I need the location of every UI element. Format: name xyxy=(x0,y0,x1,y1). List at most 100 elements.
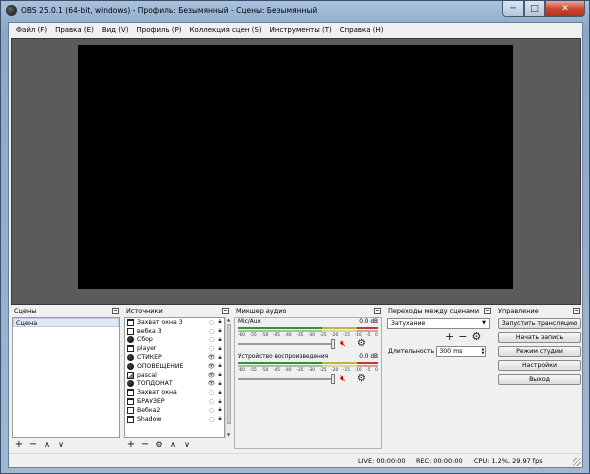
fader-track[interactable] xyxy=(238,343,332,345)
source-item[interactable]: БРАУЗЕР ◌ 🔒︎ xyxy=(125,397,224,406)
mixer-body: Mic/Aux 0.0 dB -60 -55 -50 -45 -40 -35 -… xyxy=(234,317,382,449)
add-scene-button[interactable]: + xyxy=(13,440,25,450)
move-scene-down-button[interactable]: ∨ xyxy=(55,440,67,450)
add-transition-button[interactable]: + xyxy=(445,331,454,343)
eye-hidden-icon[interactable]: ◌ xyxy=(207,328,216,335)
source-item[interactable]: вебка 3 ◌ 🔒︎ xyxy=(125,327,224,336)
lock-icon[interactable]: 🔒︎ xyxy=(216,406,224,414)
settings-button[interactable]: Настройки xyxy=(498,360,581,371)
menu-file[interactable]: Файл (F) xyxy=(12,26,51,34)
gear-icon[interactable]: ⚙ xyxy=(357,338,366,350)
lock-icon[interactable]: 🔒︎ xyxy=(216,318,224,326)
sources-dock-title: Источники xyxy=(123,306,231,316)
eye-hidden-icon[interactable]: ◌ xyxy=(207,407,216,414)
eye-hidden-icon[interactable]: ◌ xyxy=(207,389,216,396)
fader-handle[interactable] xyxy=(331,339,335,349)
dock-float-icon[interactable] xyxy=(573,308,580,314)
transition-gear-icon[interactable]: ⚙ xyxy=(471,331,481,343)
volume-fader[interactable]: 🔇︎ ⚙ xyxy=(238,338,378,350)
scale-tick: -20 xyxy=(331,368,339,373)
fader-handle[interactable] xyxy=(331,374,335,384)
lock-icon[interactable]: 🔒︎ xyxy=(216,398,224,406)
resize-grip-icon[interactable] xyxy=(573,458,581,466)
source-label: Вебка2 xyxy=(137,406,161,414)
start-recording-button[interactable]: Начать запись xyxy=(498,332,581,343)
preview-canvas[interactable] xyxy=(78,45,513,289)
close-button[interactable]: ✕ xyxy=(545,1,585,17)
source-item[interactable]: ТОПДОНАТ 👁︎ 🔒︎ xyxy=(125,380,224,389)
menu-edit[interactable]: Правка (E) xyxy=(51,26,98,34)
dock-float-icon[interactable] xyxy=(112,308,119,314)
source-item[interactable]: Shadow ◌ 🔒︎ xyxy=(125,415,224,424)
menu-scene-collection[interactable]: Коллекция сцен (S) xyxy=(186,26,266,34)
source-item[interactable]: Захват окна ◌ 🔒︎ xyxy=(125,388,224,397)
source-item[interactable]: pascal 👁︎ 🔒︎ xyxy=(125,371,224,380)
start-streaming-button[interactable]: Запустить трансляцию xyxy=(498,318,581,329)
scrollbar-thumb[interactable] xyxy=(227,324,231,424)
remove-scene-button[interactable]: − xyxy=(27,440,39,450)
lock-icon[interactable]: 🔒︎ xyxy=(216,327,224,335)
scale-tick: -50 xyxy=(261,368,269,373)
scale-tick: -20 xyxy=(331,333,339,338)
remove-transition-button[interactable]: − xyxy=(458,331,467,343)
eye-icon[interactable]: 👁︎ xyxy=(207,363,216,370)
eye-hidden-icon[interactable]: ◌ xyxy=(207,398,216,405)
fader-track[interactable] xyxy=(238,378,332,380)
scene-item[interactable]: Сцена xyxy=(13,318,119,327)
add-source-button[interactable]: + xyxy=(125,440,137,450)
move-source-up-button[interactable]: ∧ xyxy=(167,440,179,450)
menu-profile[interactable]: Профиль (P) xyxy=(132,26,185,34)
lock-icon[interactable]: 🔒︎ xyxy=(216,345,224,353)
lock-icon[interactable]: 🔒︎ xyxy=(216,380,224,388)
scale-tick: -45 xyxy=(272,333,280,338)
eye-hidden-icon[interactable]: ◌ xyxy=(207,319,216,326)
source-item[interactable]: player ◌ 🔒︎ xyxy=(125,344,224,353)
studio-mode-button[interactable]: Режим студии xyxy=(498,346,581,357)
sources-dock: Источники Захват окна 3 ◌ 🔒︎ вебка 3 ◌ 🔒︎ Сбор… xyxy=(123,306,231,451)
eye-icon[interactable]: 👁︎ xyxy=(207,354,216,361)
dock-float-icon[interactable] xyxy=(222,308,229,314)
speaker-muted-icon[interactable]: 🔇︎ xyxy=(340,339,346,349)
spin-arrows-icon[interactable]: ▲ ▼ xyxy=(482,347,485,355)
duration-spinbox[interactable]: 300 ms ▲ ▼ xyxy=(436,346,487,357)
dock-float-icon[interactable] xyxy=(484,308,491,314)
eye-hidden-icon[interactable]: ◌ xyxy=(207,416,216,423)
lock-icon[interactable]: 🔒︎ xyxy=(216,389,224,397)
sources-scrollbar[interactable]: ▲ ▼ xyxy=(225,317,231,438)
scroll-up-icon[interactable]: ▲ xyxy=(226,317,231,323)
camera-icon xyxy=(127,406,134,414)
menu-tools[interactable]: Инструменты (T) xyxy=(266,26,336,34)
scroll-down-icon[interactable]: ▼ xyxy=(226,432,231,438)
source-item[interactable]: Захват окна 3 ◌ 🔒︎ xyxy=(125,318,224,327)
minimize-button[interactable]: ─ xyxy=(502,1,524,17)
menu-view[interactable]: Вид (V) xyxy=(98,26,133,34)
source-item[interactable]: Сбор ◌ 🔒︎ xyxy=(125,336,224,345)
remove-source-button[interactable]: − xyxy=(139,440,151,450)
eye-icon[interactable]: 👁︎ xyxy=(207,372,216,379)
maximize-button[interactable]: □ xyxy=(524,1,545,17)
speaker-muted-icon[interactable]: 🔇︎ xyxy=(340,374,346,384)
eye-hidden-icon[interactable]: ◌ xyxy=(207,345,216,352)
source-item[interactable]: СТИКЕР 👁︎ 🔒︎ xyxy=(125,353,224,362)
lock-icon[interactable]: 🔒︎ xyxy=(216,336,224,344)
title-bar[interactable]: OBS 25.0.1 (64-bit, windows) - Профиль: … xyxy=(1,1,589,21)
exit-button[interactable]: Выход xyxy=(498,374,581,385)
volume-fader[interactable]: 🔇︎ ⚙ xyxy=(238,373,378,385)
lock-icon[interactable]: 🔒︎ xyxy=(216,362,224,370)
move-scene-up-button[interactable]: ∧ xyxy=(41,440,53,450)
lock-icon[interactable]: 🔒︎ xyxy=(216,354,224,362)
lock-icon[interactable]: 🔒︎ xyxy=(216,415,224,423)
move-source-down-button[interactable]: ∨ xyxy=(181,440,193,450)
source-item[interactable]: ОПОВЕЩЕНИЕ 👁︎ 🔒︎ xyxy=(125,362,224,371)
transition-select[interactable]: Затухание ▼ xyxy=(387,318,490,329)
menu-help[interactable]: Справка (H) xyxy=(336,26,388,34)
gear-icon[interactable]: ⚙ xyxy=(357,373,366,385)
eye-hidden-icon[interactable]: ◌ xyxy=(207,336,216,343)
eye-icon[interactable]: 👁︎ xyxy=(207,380,216,387)
source-properties-gear-icon[interactable]: ⚙ xyxy=(153,440,165,450)
live-timer: LIVE: 00:00:00 xyxy=(358,457,406,465)
browser-globe-icon xyxy=(127,336,134,344)
source-item[interactable]: Вебка2 ◌ 🔒︎ xyxy=(125,406,224,415)
lock-icon[interactable]: 🔒︎ xyxy=(216,371,224,379)
dock-float-icon[interactable] xyxy=(374,308,381,314)
